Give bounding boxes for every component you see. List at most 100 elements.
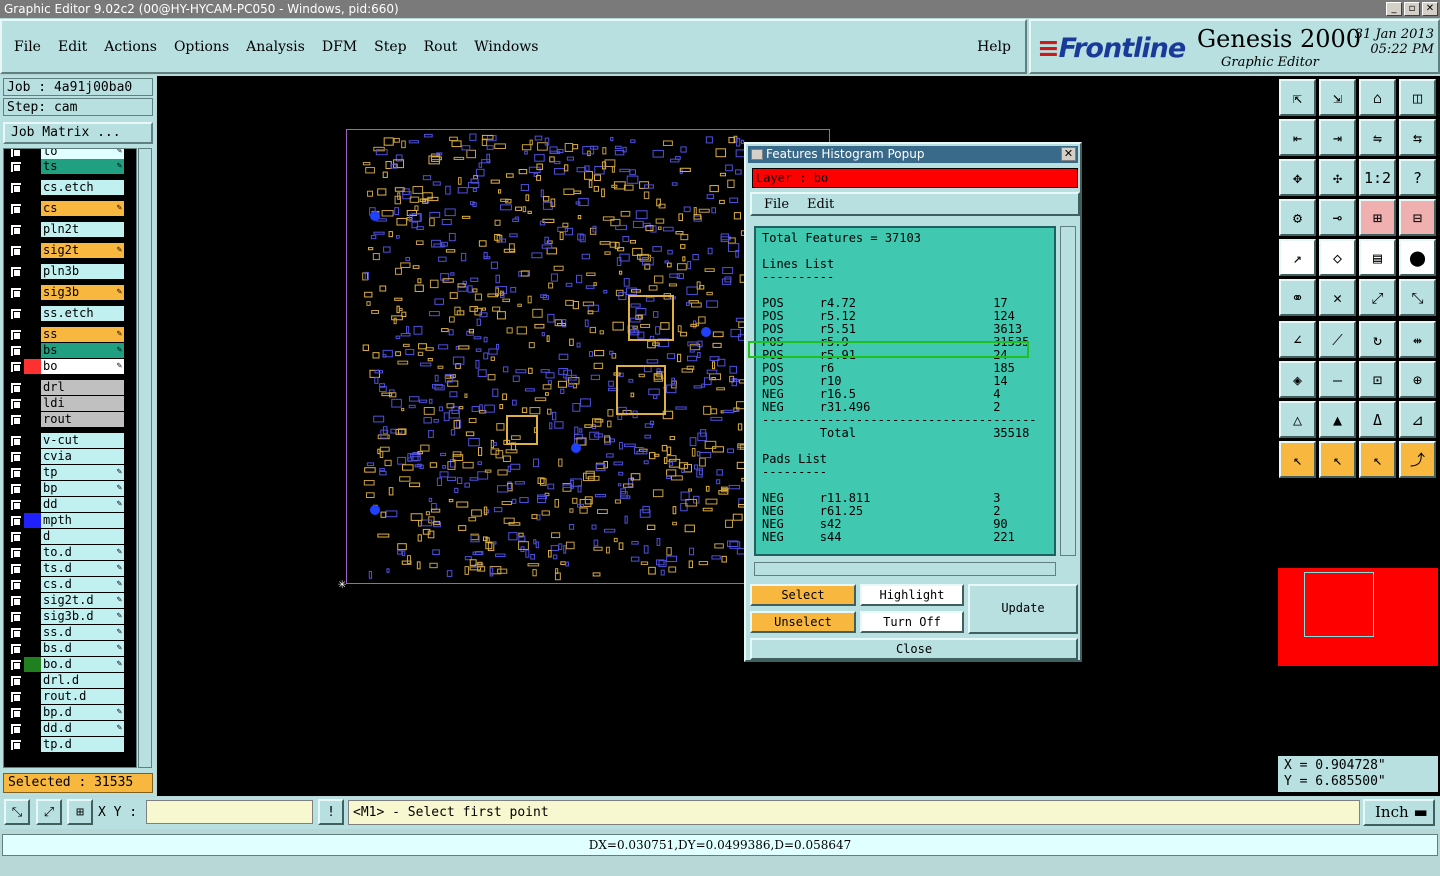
layer-checkbox[interactable] [10, 595, 22, 607]
layer-name[interactable]: dd ✎ [41, 497, 124, 512]
layer-color-swatch[interactable] [24, 243, 41, 258]
layer-color-swatch[interactable] [24, 264, 41, 279]
layer-name[interactable]: rout [41, 412, 124, 427]
layer-color-swatch[interactable] [24, 545, 41, 560]
layer-checkbox[interactable] [10, 499, 22, 511]
menu-windows[interactable]: Windows [474, 39, 538, 55]
layer-checkbox[interactable] [10, 382, 22, 394]
layer-checkbox[interactable] [10, 329, 22, 341]
popup-menu-file[interactable]: File [764, 197, 789, 212]
layer-color-swatch[interactable] [24, 343, 41, 358]
layer-row[interactable]: cs.etch [4, 180, 134, 195]
layer-color-swatch[interactable] [24, 285, 41, 300]
layer-color-swatch[interactable] [24, 673, 41, 688]
rotate-icon[interactable]: ↻ [1359, 321, 1396, 358]
menu-actions[interactable]: Actions [104, 39, 157, 55]
layer-name[interactable]: ts ✎ [41, 159, 124, 174]
layer-color-swatch[interactable] [24, 306, 41, 321]
layer-color-swatch[interactable] [24, 327, 41, 342]
layer-checkbox[interactable] [10, 531, 22, 543]
layer-checkbox[interactable] [10, 675, 22, 687]
layer-color-swatch[interactable] [24, 577, 41, 592]
layer-name[interactable]: bs.d ✎ [41, 641, 124, 656]
restore-button[interactable]: ▫ [1404, 2, 1420, 16]
layer-checkbox[interactable] [10, 245, 22, 257]
layers-b-icon[interactable]: ⊟ [1399, 199, 1436, 236]
layer-name[interactable]: bs ✎ [41, 343, 124, 358]
ruler-icon[interactable]: ▤ [1359, 239, 1396, 276]
dash-icon[interactable]: — [1319, 361, 1356, 398]
layer-checkbox[interactable] [10, 547, 22, 559]
menu-edit[interactable]: Edit [58, 39, 87, 55]
triangle-icon[interactable]: △ [1279, 401, 1316, 438]
layer-color-swatch[interactable] [24, 149, 41, 159]
layer-row[interactable]: bo.d ✎ [4, 657, 134, 672]
zoom-icon[interactable]: ⤡ [4, 799, 30, 825]
mirror-icon[interactable]: ⇆ [1399, 119, 1436, 156]
popup-menu-edit[interactable]: Edit [807, 197, 834, 212]
highlight-button[interactable]: Highlight [860, 584, 964, 606]
layer-color-swatch[interactable] [24, 497, 41, 512]
layer-name[interactable]: cs ✎ [41, 201, 124, 216]
layer-name[interactable]: d [41, 529, 124, 544]
layer-row[interactable]: ts ✎ [4, 159, 134, 174]
connect-icon[interactable]: ⊸ [1319, 199, 1356, 236]
histogram-list[interactable]: Total Features = 37103 Lines List --------… [754, 226, 1056, 556]
pan-left-icon[interactable]: ⇤ [1279, 119, 1316, 156]
center-icon[interactable]: ✣ [1319, 159, 1356, 196]
layer-row[interactable]: tp ✎ [4, 465, 134, 480]
layer-color-swatch[interactable] [24, 380, 41, 395]
layer-name[interactable]: v-cut [41, 433, 124, 448]
layer-color-swatch[interactable] [24, 412, 41, 427]
layer-row[interactable]: sig2t.d ✎ [4, 593, 134, 608]
swap-icon[interactable]: ⇋ [1359, 119, 1396, 156]
layer-checkbox[interactable] [10, 149, 22, 158]
link-icon[interactable]: ⚭ [1279, 279, 1316, 316]
layer-name[interactable]: drl.d [41, 673, 124, 688]
layer-checkbox[interactable] [10, 435, 22, 447]
menu-options[interactable]: Options [174, 39, 229, 55]
move-icon[interactable]: ↗ [1279, 239, 1316, 276]
menu-help[interactable]: Help [977, 39, 1011, 55]
layer-name[interactable]: pln2t [41, 222, 124, 237]
pointer-alt-icon[interactable]: ↖ [1359, 441, 1396, 478]
layer-name[interactable]: dd.d ✎ [41, 721, 124, 736]
layer-name[interactable]: tp.d [41, 737, 124, 752]
pan-right-icon[interactable]: ⇥ [1319, 119, 1356, 156]
menu-file[interactable]: File [14, 39, 41, 55]
layer-checkbox[interactable] [10, 579, 22, 591]
layer-checkbox[interactable] [10, 203, 22, 215]
layer-row[interactable]: rout [4, 412, 134, 427]
menu-dfm[interactable]: DFM [322, 39, 357, 55]
layer-row[interactable]: bs.d ✎ [4, 641, 134, 656]
layer-color-swatch[interactable] [24, 625, 41, 640]
layer-checkbox[interactable] [10, 611, 22, 623]
zoom-in-icon[interactable]: ⇱ [1279, 79, 1316, 116]
layer-color-swatch[interactable] [24, 513, 41, 528]
grid-icon[interactable]: ⊞ [67, 799, 93, 825]
config-icon[interactable]: ⚙ [1279, 199, 1316, 236]
scale-icon[interactable]: 1:2 [1359, 159, 1396, 196]
layer-color-swatch[interactable] [24, 561, 41, 576]
node-icon[interactable]: ◈ [1279, 361, 1316, 398]
histogram-vscroll[interactable] [1060, 226, 1076, 556]
layer-name[interactable]: ss.d ✎ [41, 625, 124, 640]
unselect-button[interactable]: Unselect [750, 611, 856, 633]
layer-name[interactable]: bp ✎ [41, 481, 124, 496]
angle-icon[interactable]: ∠ [1279, 321, 1316, 358]
layer-checkbox[interactable] [10, 739, 22, 751]
layer-row[interactable]: ss.d ✎ [4, 625, 134, 640]
layer-checkbox[interactable] [10, 266, 22, 278]
layer-row[interactable]: pln3b [4, 264, 134, 279]
layer-row[interactable]: sig3b.d ✎ [4, 609, 134, 624]
layer-checkbox[interactable] [10, 483, 22, 495]
layer-row[interactable]: ss.etch [4, 306, 134, 321]
layer-row[interactable]: v-cut [4, 433, 134, 448]
view-box[interactable] [1304, 572, 1374, 637]
layer-color-swatch[interactable] [24, 481, 41, 496]
layer-row[interactable]: ss ✎ [4, 327, 134, 342]
layer-name[interactable]: ss.etch [41, 306, 124, 321]
line-icon[interactable]: ⟋ [1319, 321, 1356, 358]
layer-name[interactable]: drl [41, 380, 124, 395]
layer-checkbox[interactable] [10, 287, 22, 299]
